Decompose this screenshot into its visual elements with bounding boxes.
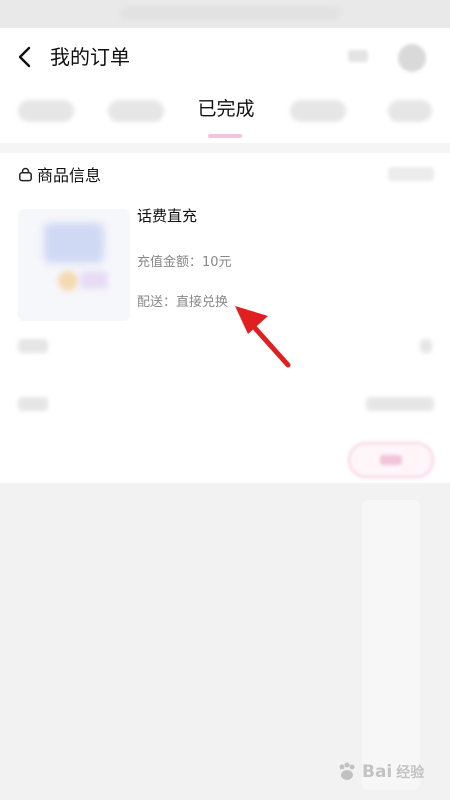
back-button[interactable] bbox=[10, 42, 40, 72]
tab-refund[interactable] bbox=[290, 100, 346, 122]
page-title: 我的订单 bbox=[50, 45, 130, 69]
active-tab-indicator bbox=[208, 134, 242, 138]
row-label-1 bbox=[18, 339, 48, 353]
recharge-amount: 充值金额：10元 bbox=[137, 255, 232, 270]
row-chevron-1[interactable] bbox=[420, 339, 432, 353]
baidu-watermark: Bai 经验 bbox=[336, 752, 424, 792]
action-button[interactable] bbox=[348, 442, 434, 478]
status-bar bbox=[0, 0, 450, 28]
paw-icon bbox=[339, 762, 355, 780]
watermark-text: Bai bbox=[362, 762, 393, 782]
tab-completed[interactable]: 已完成 bbox=[180, 94, 272, 121]
delivery-method: 配送：直接兑换 bbox=[137, 295, 229, 310]
section-divider bbox=[0, 143, 450, 153]
watermark-subtext: 经验 bbox=[396, 765, 425, 781]
service-icon[interactable] bbox=[398, 44, 426, 72]
product-thumbnail[interactable] bbox=[18, 209, 130, 321]
row-value-2 bbox=[366, 397, 434, 411]
more-icon[interactable] bbox=[348, 50, 368, 62]
row-label-2 bbox=[18, 397, 48, 411]
shopping-bag-icon bbox=[19, 167, 32, 181]
chevron-left-icon bbox=[18, 46, 31, 68]
order-card: 商品信息 话费直充 充值金额：10元 配送：直接兑换 bbox=[0, 143, 450, 483]
product-name[interactable]: 话费直充 bbox=[137, 205, 197, 226]
tab-pending-payment[interactable] bbox=[108, 100, 164, 122]
status-bar-blur bbox=[120, 6, 340, 20]
tab-other[interactable] bbox=[388, 100, 432, 122]
header: 我的订单 bbox=[0, 28, 450, 88]
order-tabs: 已完成 bbox=[0, 88, 450, 143]
tab-all[interactable] bbox=[18, 100, 74, 122]
side-panel bbox=[362, 500, 420, 790]
product-section-header: 商品信息 bbox=[18, 163, 101, 185]
product-section-title: 商品信息 bbox=[37, 166, 102, 185]
order-status-text bbox=[388, 167, 434, 181]
